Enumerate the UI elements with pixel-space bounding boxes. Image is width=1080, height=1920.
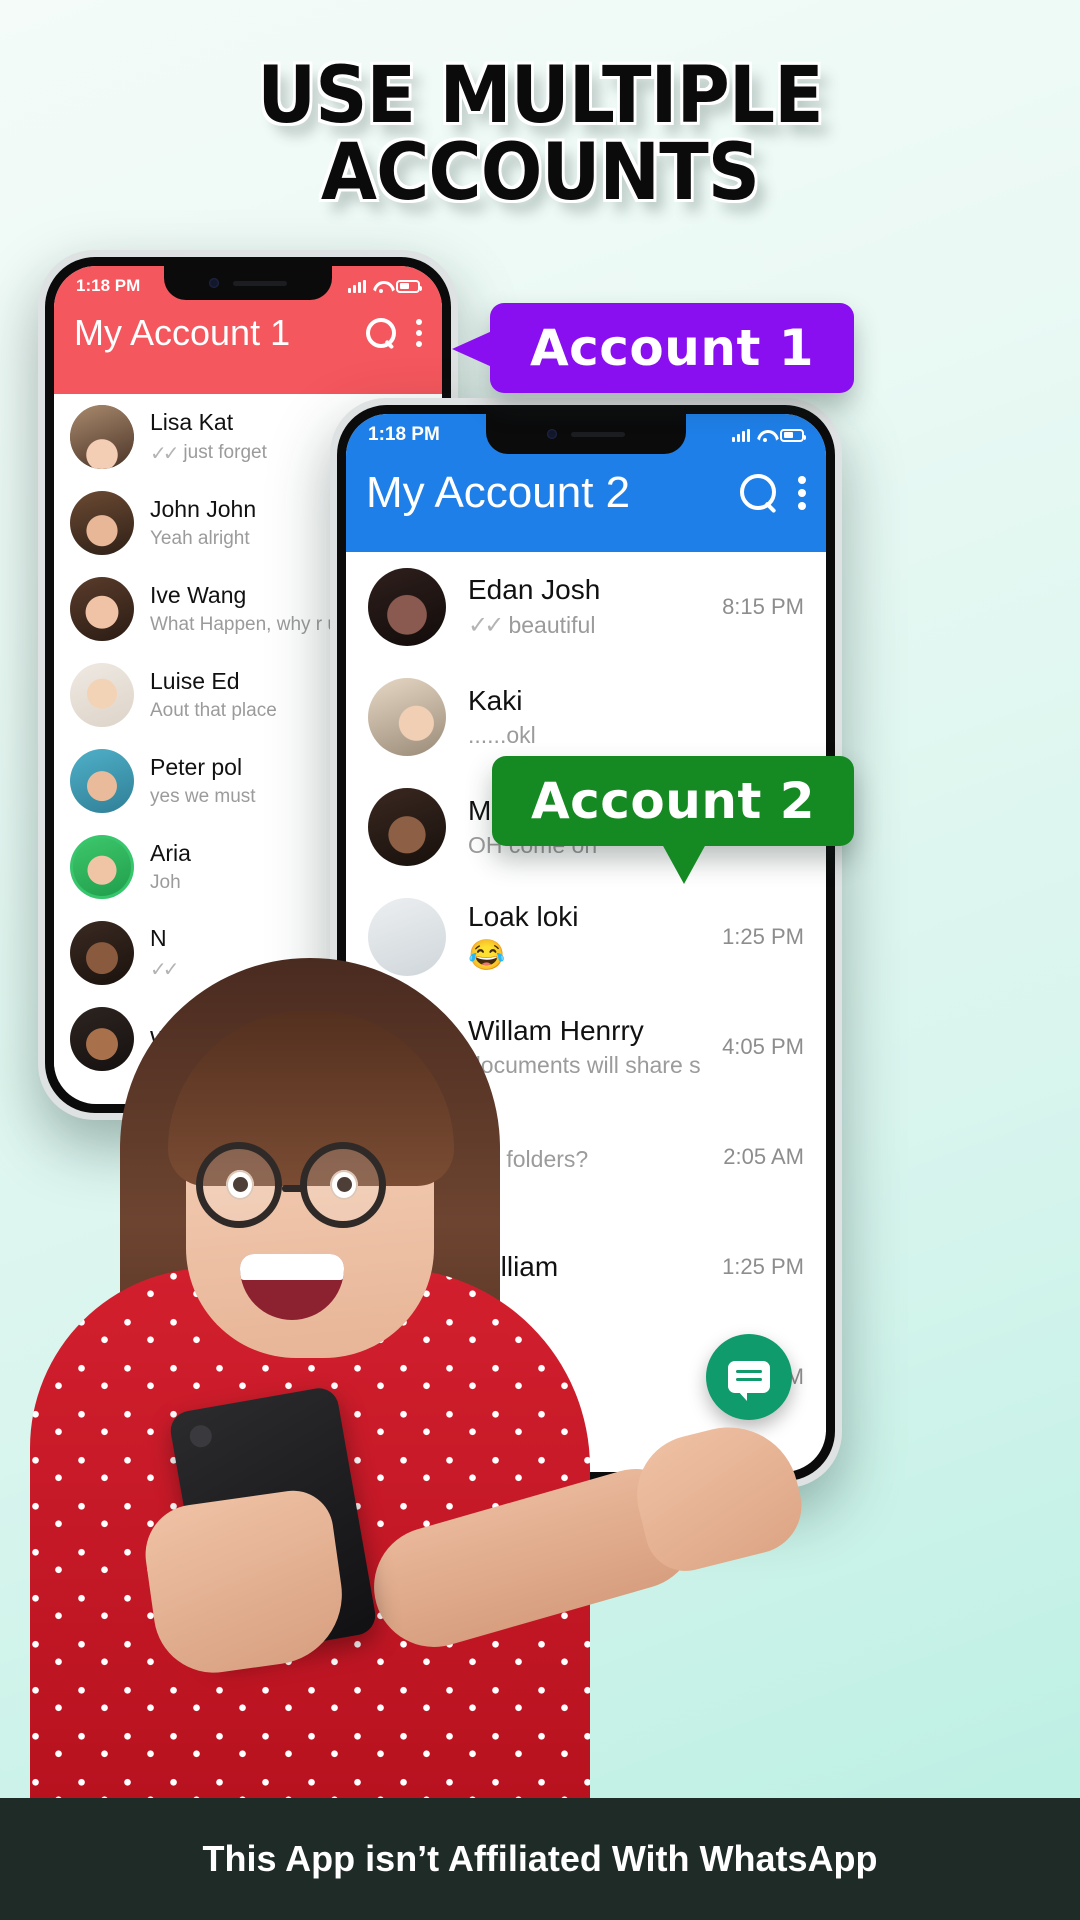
phone2-notch xyxy=(486,414,686,454)
chat-preview-text: Aout that place xyxy=(150,700,277,721)
chat-preview: ✓✓ beautiful xyxy=(468,611,700,640)
app-bar-actions xyxy=(366,318,422,349)
callout-tail xyxy=(662,844,706,884)
callout-tail xyxy=(452,331,492,367)
chat-name: Aria xyxy=(150,840,191,866)
chat-meta: Edan Josh ✓✓ beautiful xyxy=(468,574,700,640)
chat-name: Lisa Kat xyxy=(150,408,234,435)
chat-name: Ive Wang xyxy=(150,582,247,608)
chat-name: John John xyxy=(150,496,257,522)
glasses-left-lens xyxy=(196,1142,282,1228)
phone1-notch xyxy=(164,266,332,300)
avatar xyxy=(70,577,134,641)
avatar xyxy=(70,835,134,899)
search-icon[interactable] xyxy=(366,318,397,349)
search-icon[interactable] xyxy=(740,474,778,512)
new-chat-icon[interactable] xyxy=(706,1334,792,1420)
chat-preview-text: Yeah alright xyxy=(150,528,250,549)
status-time: 1:18 PM xyxy=(76,276,141,295)
chat-preview-text: yes we must xyxy=(150,786,256,807)
earpiece-speaker xyxy=(571,431,625,437)
app-bar-actions xyxy=(740,474,806,512)
page-title: USE MULTIPLE ACCOUNTS xyxy=(38,57,1042,219)
chat-timestamp: 2:05 AM xyxy=(723,1144,804,1169)
battery-icon xyxy=(780,428,806,442)
kebab-menu-icon[interactable] xyxy=(416,319,422,347)
earpiece-speaker xyxy=(233,280,287,286)
chat-preview-text: Joh xyxy=(150,872,181,893)
chat-preview: ......okl xyxy=(468,722,782,749)
avatar xyxy=(368,568,446,646)
wifi-icon xyxy=(757,429,773,442)
chat-timestamp: 1:25 PM xyxy=(722,1254,804,1279)
chat-meta: Loak loki 😂 xyxy=(468,901,700,973)
disclaimer-footer: This App isn’t Affiliated With WhatsApp xyxy=(0,1798,1080,1920)
disclaimer-text: This App isn’t Affiliated With WhatsApp xyxy=(202,1838,878,1879)
chat-preview-text: just forget xyxy=(183,442,267,463)
chat-list-item[interactable]: Edan Josh ✓✓ beautiful 8:15 PM xyxy=(346,552,826,662)
chat-name: Luise Ed xyxy=(150,668,240,694)
glasses-right-lens xyxy=(300,1142,386,1228)
front-camera-icon xyxy=(209,278,219,288)
phone2-app-bar: My Account 2 xyxy=(346,446,826,552)
callout-account-1: Account 1 xyxy=(452,303,854,393)
chat-list-item[interactable]: Loak loki 😂 1:25 PM xyxy=(346,882,826,992)
callout-label: Account 1 xyxy=(529,319,815,377)
avatar xyxy=(70,749,134,813)
account-title: My Account 2 xyxy=(366,468,631,517)
callout-label: Account 2 xyxy=(530,772,816,830)
chat-preview-text: ......okl xyxy=(468,722,536,748)
avatar xyxy=(70,663,134,727)
chat-preview: 😂 xyxy=(468,938,700,973)
read-receipt-icon: ✓✓ xyxy=(468,612,505,639)
battery-icon xyxy=(396,279,422,293)
kebab-menu-icon[interactable] xyxy=(798,476,806,510)
page-title-line-2: ACCOUNTS xyxy=(320,128,760,219)
phone1-app-bar: My Account 1 xyxy=(54,296,442,394)
avatar xyxy=(368,788,446,866)
avatar xyxy=(70,491,134,555)
chat-preview-text: beautiful xyxy=(508,612,596,638)
status-icons xyxy=(732,428,806,442)
avatar xyxy=(368,678,446,756)
chat-timestamp: 4:05 PM xyxy=(722,1034,804,1059)
chat-preview-text: 😂 xyxy=(468,939,506,972)
chat-name: Edan Josh xyxy=(468,574,601,605)
chat-name: N xyxy=(150,924,167,951)
status-icons xyxy=(348,279,422,293)
wifi-icon xyxy=(373,280,389,293)
account-title: My Account 1 xyxy=(74,312,291,353)
woman-photo xyxy=(0,958,812,1798)
chat-name: Peter pol xyxy=(150,754,243,780)
avatar xyxy=(70,921,134,985)
glasses-bridge xyxy=(282,1185,306,1192)
chat-timestamp: 8:15 PM xyxy=(722,594,804,619)
status-time: 1:18 PM xyxy=(368,424,440,445)
chat-name: Loak loki xyxy=(468,901,579,932)
avatar xyxy=(368,898,446,976)
read-receipt-icon: ✓✓ xyxy=(150,442,179,465)
chat-meta: Kaki ......okl xyxy=(468,685,782,749)
avatar xyxy=(70,405,134,469)
chat-name: Kaki xyxy=(468,685,523,716)
callout-account-2: Account 2 xyxy=(492,756,854,884)
front-camera-icon xyxy=(547,429,557,439)
chat-timestamp: 1:25 PM xyxy=(722,924,804,949)
signal-icon xyxy=(732,428,750,442)
signal-icon xyxy=(348,279,366,293)
